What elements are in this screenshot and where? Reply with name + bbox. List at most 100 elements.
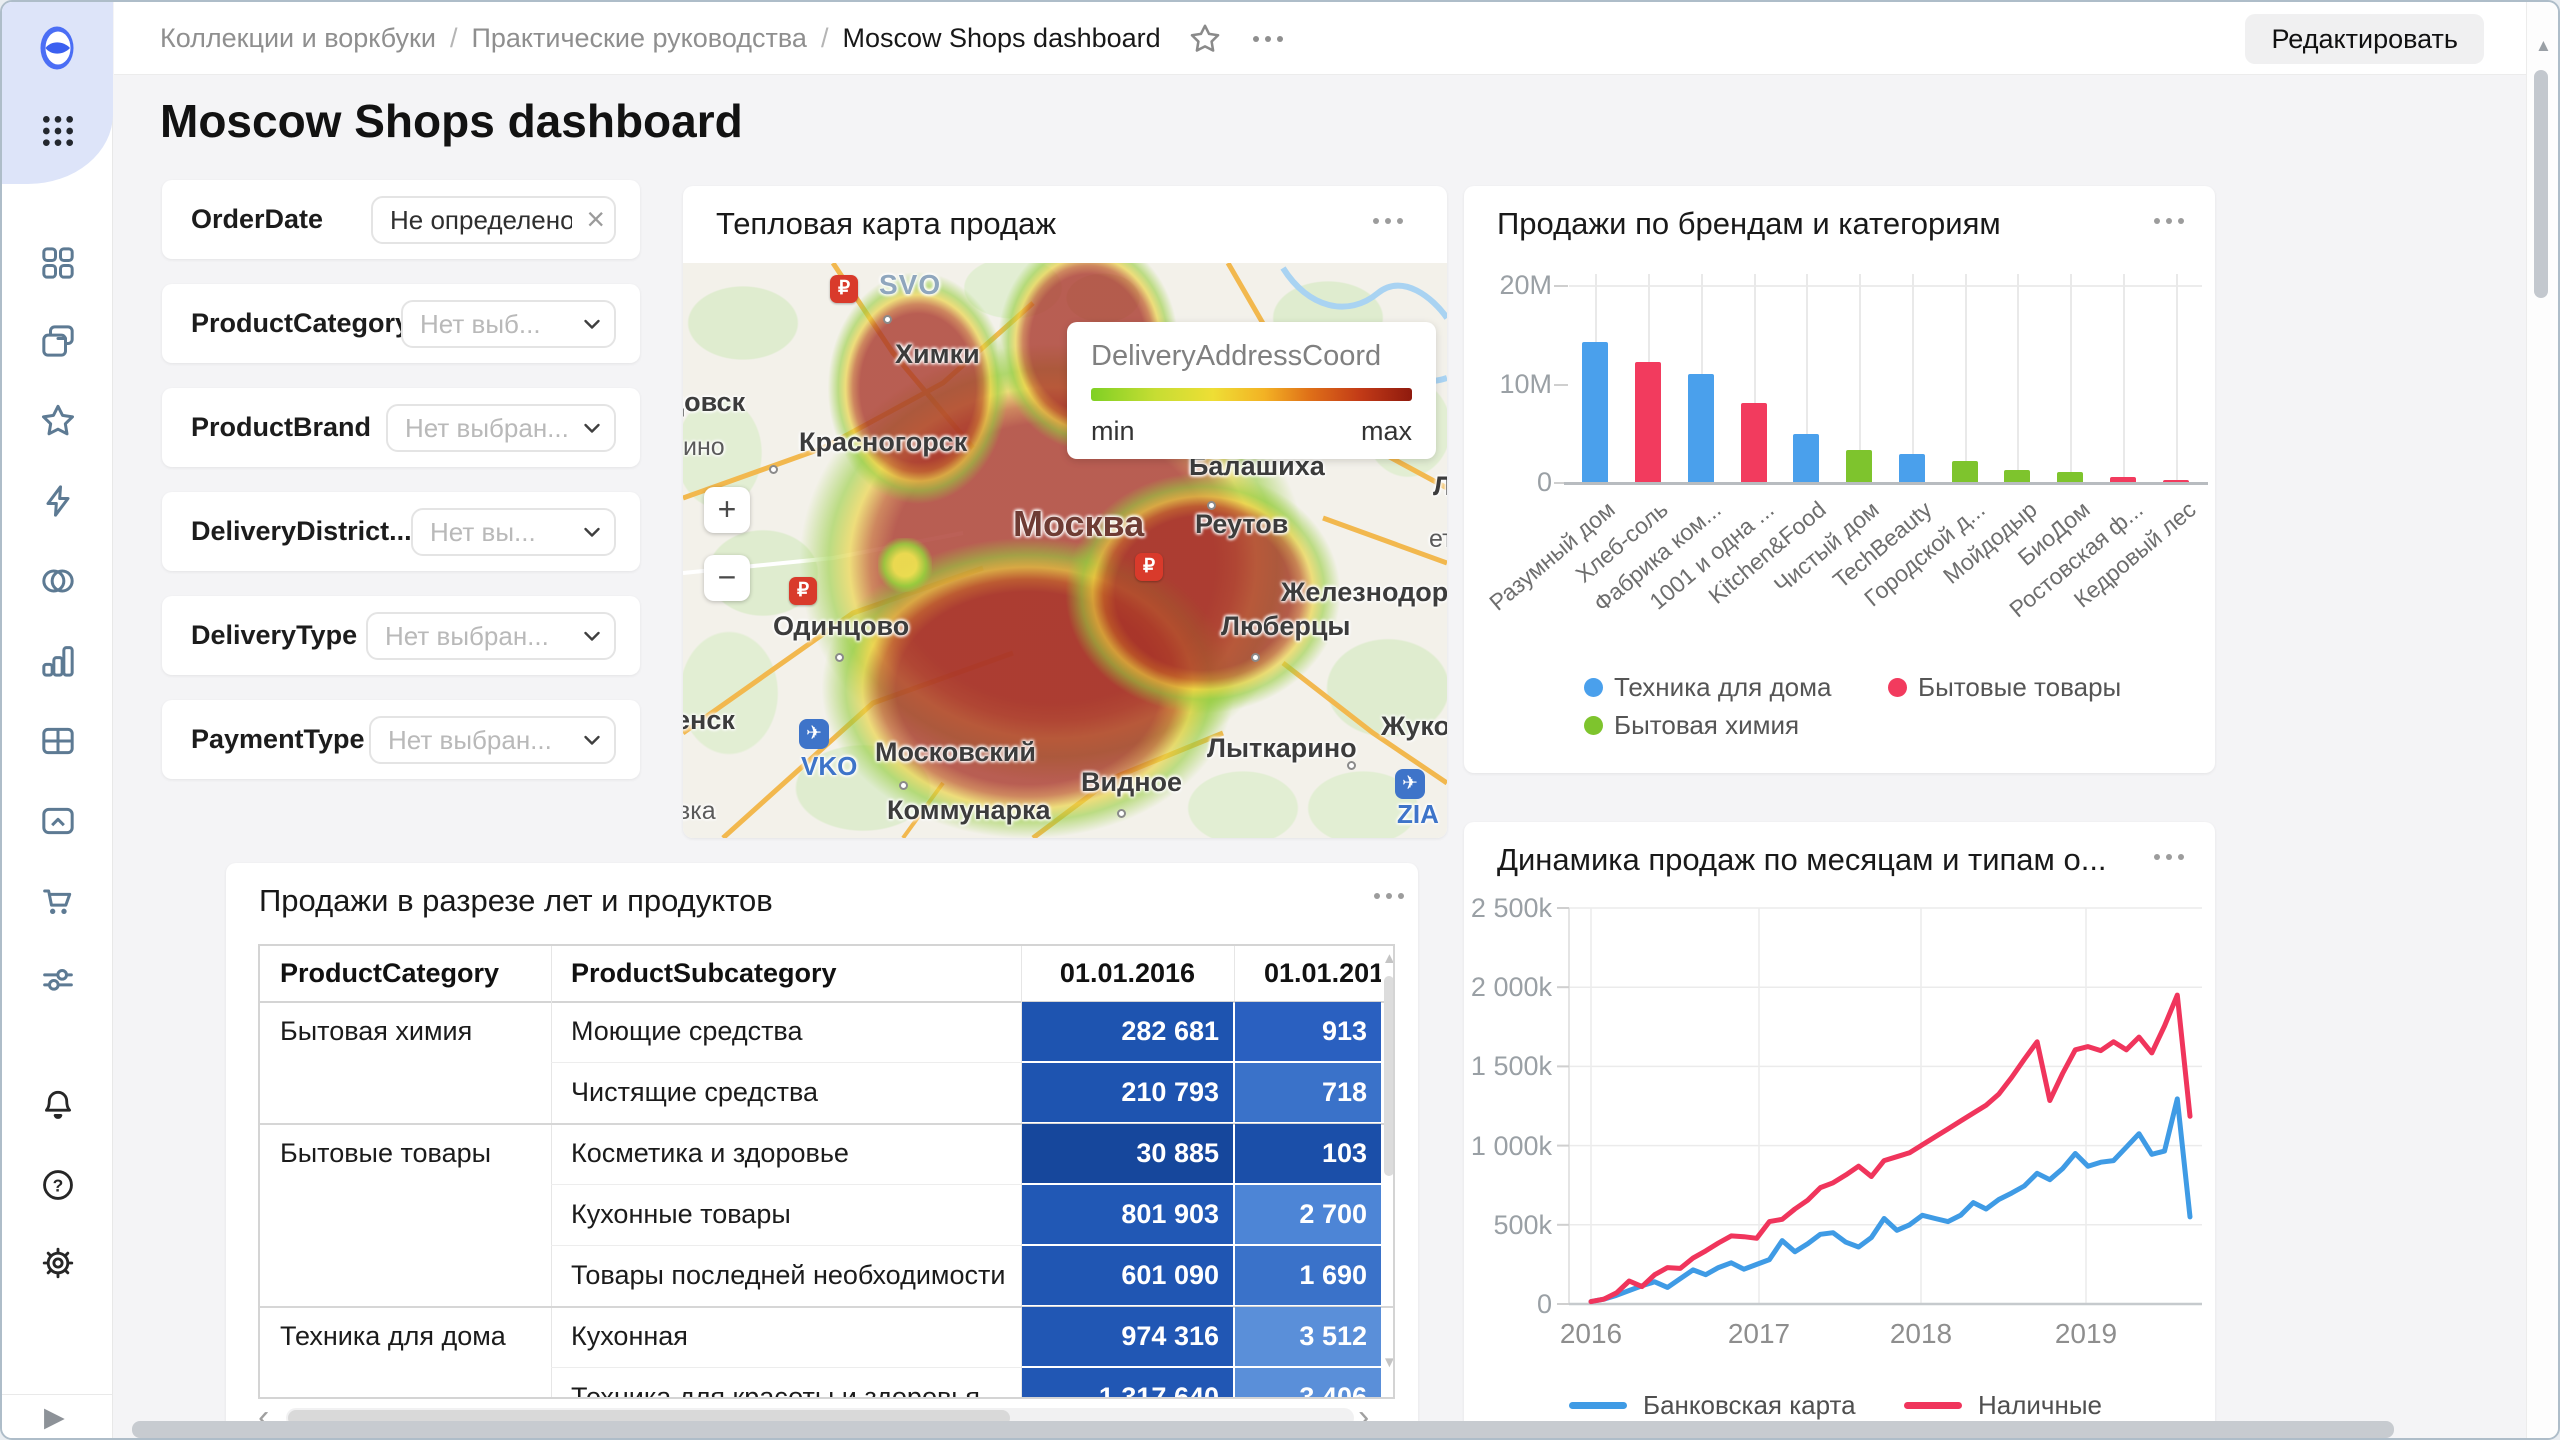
map-town-dot bbox=[1117, 809, 1126, 818]
heatmap-map[interactable]: SVOХимкидовскКрасногорскиноМоскваБалаших… bbox=[683, 263, 1447, 838]
bar-9 bbox=[2004, 470, 2030, 482]
table-scroll-down-icon[interactable]: ▼ bbox=[1382, 1354, 1395, 1371]
filter-select[interactable]: Нет выбран... bbox=[386, 404, 616, 452]
value-cell-2017: 3 406 bbox=[1235, 1368, 1381, 1399]
bar-chart-title: Продажи по брендам и категориям bbox=[1497, 206, 2001, 242]
map-zoom-in-button[interactable]: + bbox=[704, 487, 750, 533]
line-x-tick: 2016 bbox=[1546, 1318, 1636, 1350]
filter-label: ProductBrand bbox=[191, 388, 371, 467]
breadcrumb-guides[interactable]: Практические руководства bbox=[471, 23, 806, 54]
value-cell-2016: 30 885 bbox=[1022, 1124, 1233, 1183]
filter-select[interactable]: Нет вы... bbox=[411, 508, 616, 556]
services-sliders-icon[interactable] bbox=[37, 958, 79, 1000]
store-ruble-marker-icon[interactable]: ₽ bbox=[789, 577, 817, 605]
chevron-down-icon bbox=[581, 417, 603, 444]
subcategory-cell: Товары последней необходимости bbox=[571, 1245, 1011, 1306]
clear-filter-icon[interactable]: × bbox=[586, 198, 605, 242]
datasets-icon[interactable] bbox=[37, 560, 79, 602]
filter-label: OrderDate bbox=[191, 180, 323, 259]
heatmap-widget: Тепловая карта продаж bbox=[683, 186, 1447, 838]
nav-grid-icon[interactable] bbox=[37, 242, 79, 284]
breadcrumb-more-menu-icon[interactable] bbox=[1253, 36, 1283, 42]
heatmap-legend-title: DeliveryAddressCoord bbox=[1091, 340, 1381, 373]
bar-gridline bbox=[2123, 274, 2125, 482]
table-title: Продажи в разрезе лет и продуктов bbox=[259, 883, 773, 919]
heatmap-legend-gradient bbox=[1091, 388, 1412, 401]
line-legend-item-1[interactable]: Банковская карта bbox=[1643, 1390, 1856, 1421]
filter-label: DeliveryType bbox=[191, 596, 357, 675]
store-ruble-marker-icon[interactable]: ₽ bbox=[1135, 553, 1163, 581]
page-vscrollbar[interactable]: ▲ bbox=[2526, 2, 2558, 1440]
apps-menu-icon[interactable] bbox=[37, 110, 79, 152]
column-header: 01.01.2016 bbox=[1021, 946, 1234, 1001]
map-town-dot bbox=[883, 315, 892, 324]
bar-2 bbox=[1635, 362, 1661, 482]
scroll-up-icon[interactable]: ▲ bbox=[2535, 36, 2552, 56]
filter-card-productcategory: ProductCategoryНет выб... bbox=[162, 284, 640, 363]
map-label: ет bbox=[1429, 525, 1447, 554]
charts-icon[interactable] bbox=[37, 640, 79, 682]
value-cell-2016: 601 090 bbox=[1022, 1246, 1233, 1305]
bar-chart-more-menu-icon[interactable] bbox=[2154, 218, 2184, 224]
filter-value: Нет выбран... bbox=[385, 614, 572, 658]
legend-item-2[interactable]: Бытовые товары bbox=[1918, 672, 2121, 703]
legend-item-1[interactable]: Техника для дома bbox=[1614, 672, 1831, 703]
map-town-dot bbox=[835, 653, 844, 662]
map-zoom-out-button[interactable]: − bbox=[704, 555, 750, 601]
bar-3 bbox=[1688, 374, 1714, 482]
settings-gear-icon[interactable] bbox=[37, 1242, 79, 1284]
table-more-menu-icon[interactable] bbox=[1374, 893, 1404, 899]
table-vscroll-thumb[interactable] bbox=[1384, 976, 1394, 1176]
table-scroll-up-icon[interactable]: ▲ bbox=[1382, 950, 1395, 967]
line-legend-swatch bbox=[1569, 1402, 1627, 1409]
legend-item-3[interactable]: Бытовая химия bbox=[1614, 710, 1799, 741]
subcategory-cell: Чистящие средства bbox=[571, 1062, 1011, 1123]
filter-select[interactable]: Нет выбран... bbox=[366, 612, 616, 660]
line-legend-item-2[interactable]: Наличные bbox=[1978, 1390, 2102, 1421]
category-cell: Техника для дома bbox=[280, 1306, 540, 1367]
bar-x-axis bbox=[1564, 482, 2208, 485]
chevron-down-icon bbox=[581, 521, 603, 548]
datalens-logo-icon[interactable] bbox=[40, 26, 74, 75]
subcategory-cell: Косметика и здоровье bbox=[571, 1123, 1011, 1184]
filter-value: Нет выбран... bbox=[388, 718, 572, 762]
line-y-tick: 2 500k bbox=[1466, 893, 1552, 924]
category-cell: Бытовая химия bbox=[280, 1001, 540, 1062]
heatmap-more-menu-icon[interactable] bbox=[1373, 218, 1403, 224]
map-label: Железнодорожны bbox=[1281, 577, 1447, 608]
map-label: Красногорск bbox=[799, 427, 967, 458]
breadcrumb-collections[interactable]: Коллекции и воркбуки bbox=[160, 23, 436, 54]
heatmap-legend-max: max bbox=[1361, 416, 1412, 447]
line-x-tick: 2017 bbox=[1714, 1318, 1804, 1350]
connections-bolt-icon[interactable] bbox=[37, 480, 79, 522]
line-y-tick: 2 000k bbox=[1466, 972, 1552, 1003]
map-label: Химки bbox=[895, 339, 980, 370]
help-icon[interactable]: ? bbox=[37, 1164, 79, 1206]
breadcrumb-separator: / bbox=[450, 23, 458, 54]
marketplace-cart-icon[interactable] bbox=[37, 880, 79, 922]
dashboards-icon[interactable] bbox=[37, 720, 79, 762]
line-x-tick: 2018 bbox=[1876, 1318, 1966, 1350]
edit-button[interactable]: Редактировать bbox=[2245, 14, 2484, 64]
filter-date-input[interactable]: Не определено - Н× bbox=[371, 196, 616, 244]
page-hscrollbar-thumb[interactable] bbox=[132, 1421, 2394, 1438]
gallery-icon[interactable] bbox=[37, 800, 79, 842]
favorites-star-icon[interactable] bbox=[37, 400, 79, 442]
map-label: вка bbox=[683, 797, 716, 826]
favorite-star-icon[interactable] bbox=[1187, 21, 1223, 57]
bar-chart-widget: Продажи по брендам и категориям 20M10M0Р… bbox=[1464, 186, 2215, 773]
filter-card-paymenttype: PaymentTypeНет выбран... bbox=[162, 700, 640, 779]
column-border bbox=[1234, 946, 1235, 1001]
notifications-bell-icon[interactable] bbox=[37, 1084, 79, 1126]
filter-select[interactable]: Нет выб... bbox=[401, 300, 616, 348]
bar-5 bbox=[1793, 434, 1819, 482]
store-ruble-marker-icon[interactable]: ₽ bbox=[830, 275, 858, 303]
bar-y-tick: 20M bbox=[1474, 270, 1552, 301]
filter-select[interactable]: Нет выбран... bbox=[369, 716, 616, 764]
bar-gridline bbox=[2176, 274, 2178, 482]
sidebar-collapse-icon[interactable]: ▶ bbox=[44, 1402, 65, 1433]
map-label: довск bbox=[683, 387, 745, 418]
page-vscrollbar-thumb[interactable] bbox=[2534, 70, 2548, 298]
heatmap-title: Тепловая карта продаж bbox=[716, 206, 1056, 242]
collections-icon[interactable] bbox=[37, 320, 79, 362]
